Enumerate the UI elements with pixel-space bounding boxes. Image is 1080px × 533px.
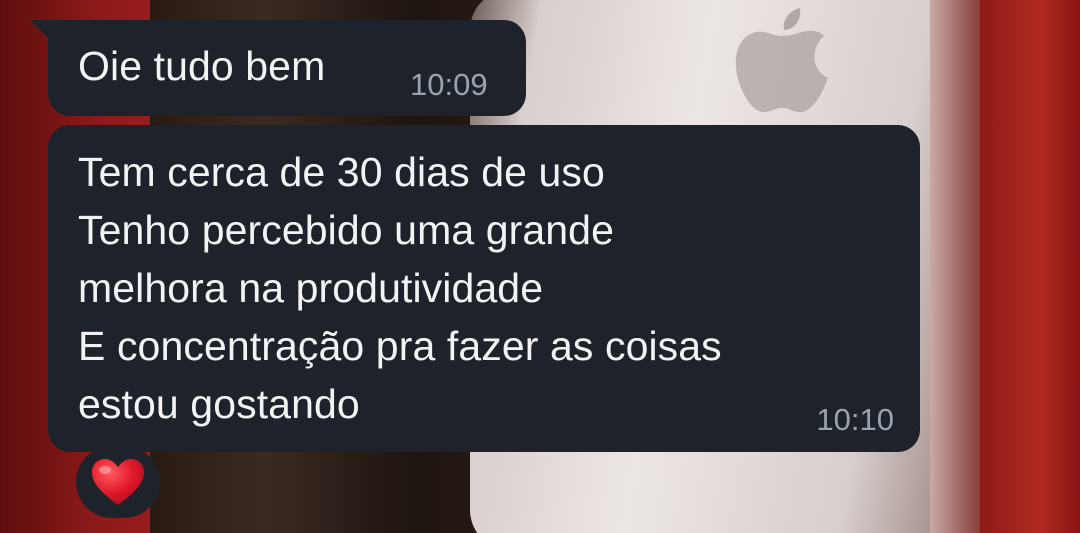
message-text: Oie tudo bem [78, 43, 326, 89]
message-reaction[interactable] [76, 446, 160, 518]
red-heart-icon [92, 459, 144, 505]
message-bubble-incoming[interactable]: Oie tudo bem 10:09 [48, 20, 526, 116]
message-text: Tem cerca de 30 dias de uso Tenho perceb… [78, 149, 722, 427]
message-timestamp: 10:10 [816, 402, 894, 437]
apple-logo-icon [735, 8, 828, 113]
message-timestamp: 10:09 [410, 67, 488, 102]
message-bubble-incoming[interactable]: Tem cerca de 30 dias de uso Tenho perceb… [48, 125, 920, 452]
wallpaper-red-right [980, 0, 1080, 533]
